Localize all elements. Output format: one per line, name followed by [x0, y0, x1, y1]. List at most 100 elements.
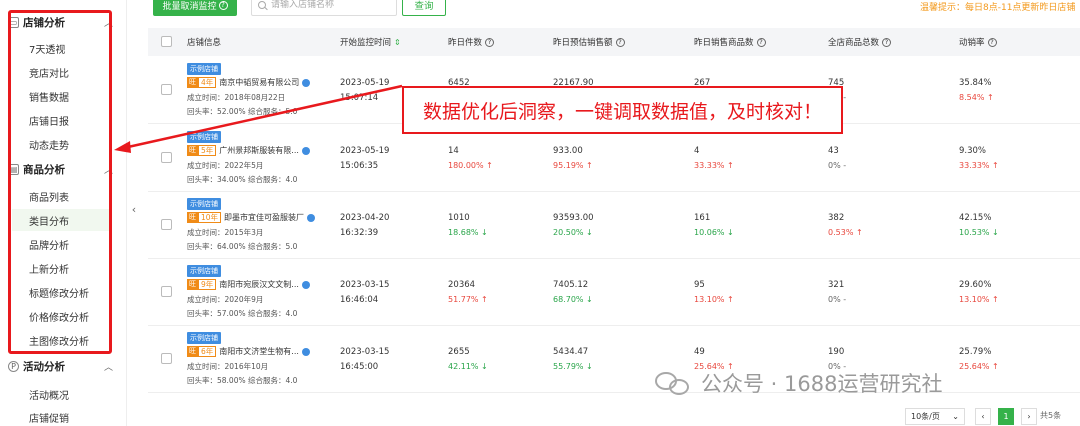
yesterday-sold: 161 [694, 213, 711, 223]
sample-shop-tag: 示例店铺 [187, 265, 221, 277]
product-icon: ▤ [8, 163, 19, 175]
sort-icon[interactable]: ⇕ [394, 38, 401, 47]
header-monitor-time[interactable]: 开始监控时间 ⇕ [340, 28, 401, 56]
prev-page-button[interactable]: ‹ [975, 408, 991, 425]
shop-name[interactable]: 南阳市宛辰汉文文制... [219, 279, 299, 290]
row-checkbox[interactable] [161, 219, 172, 230]
shop-name-line[interactable]: 旺 6年 南阳市文济堂生物有... [187, 345, 310, 358]
table-header: 店铺信息 开始监控时间 ⇕ 昨日件数? 昨日预估销售额? 昨日销售商品数? 全店商… [148, 28, 1080, 56]
sidebar-item-promotion[interactable]: 店铺促销 [12, 406, 112, 426]
total-products: 43 [828, 146, 839, 156]
total-products: 382 [828, 213, 845, 223]
sample-shop-tag: 示例店铺 [187, 332, 221, 344]
header-yesterday-sales: 昨日预估销售额? [553, 28, 625, 56]
sidebar-item-product-list[interactable]: 商品列表 [12, 185, 112, 207]
yesterday-qty: 14 [448, 146, 459, 156]
sidebar-item-brand[interactable]: 品牌分析 [12, 233, 112, 255]
shop-name[interactable]: 即墨市宜佳可盈服装厂 [224, 212, 304, 223]
sales-change: 20.50% ↓ [553, 228, 593, 237]
sample-shop-tag: 示例店铺 [187, 63, 221, 75]
header-sell-through: 动销率? [959, 28, 997, 56]
table-row[interactable]: 示例店铺旺 5年 广州景邦斯服装有限... 成立时间：2022年5月 回头率：34.00… [148, 125, 1080, 192]
search-box[interactable] [251, 0, 397, 16]
sidebar-item-title-edit[interactable]: 标题修改分析 [12, 281, 112, 303]
help-icon: ? [485, 37, 495, 47]
yesterday-sales: 93593.00 [553, 213, 594, 223]
sell-through-rate: 9.30% [959, 146, 987, 156]
next-page-button[interactable]: › [1021, 408, 1037, 425]
shop-years: 10年 [198, 212, 222, 223]
search-input[interactable] [271, 0, 391, 10]
row-checkbox[interactable] [161, 84, 172, 95]
table-row[interactable]: 示例店铺旺 9年 南阳市宛辰汉文文制... 成立时间：2020年9月 回头率：57.00… [148, 259, 1080, 326]
shop-metrics: 回头率：52.00% 综合服务：5.0 [187, 107, 298, 116]
yesterday-qty: 2655 [448, 347, 470, 357]
qty-change: 51.77% ↑ [448, 295, 488, 304]
total-change: 0% - [828, 161, 847, 170]
sidebar-group-shop-analysis[interactable]: ▭ 店铺分析 ︿ [8, 12, 113, 32]
shop-name-line[interactable]: 旺 9年 南阳市宛辰汉文文制... [187, 278, 310, 291]
shop-metrics: 回头率：34.00% 综合服务：4.0 [187, 175, 298, 184]
chevron-up-icon: ︿ [104, 362, 114, 373]
table-row[interactable]: 示例店铺旺 10年 即墨市宜佳可盈服装厂 成立时间：2015年3月 回头率：64.00%… [148, 192, 1080, 259]
sold-change: 13.10% ↑ [694, 295, 734, 304]
sell-through-rate: 42.15% [959, 213, 992, 223]
chevron-down-icon: ⌄ [952, 412, 959, 421]
sidebar: ▭ 店铺分析 ︿ 7天透视 竞店对比 销售数据 店铺日报 动态走势 ▤ 商品分析… [0, 0, 127, 426]
shop-badge-icon: 旺 [187, 279, 198, 290]
sidebar-item-7day[interactable]: 7天透视 [12, 37, 112, 59]
shop-name-line[interactable]: 旺 4年 南京中韬贸易有限公司 [187, 76, 311, 89]
batch-cancel-button[interactable]: 批量取消监控 ? [153, 0, 237, 16]
select-all-checkbox[interactable] [161, 36, 172, 47]
shop-name[interactable]: 南阳市文济堂生物有... [219, 346, 299, 357]
sold-change: 10.06% ↓ [694, 228, 734, 237]
help-icon: ? [218, 0, 228, 10]
sell-through-rate: 25.79% [959, 347, 992, 357]
monitor-date: 2023-03-15 [340, 347, 390, 357]
shop-badge-icon: 旺 [187, 145, 198, 156]
header-yesterday-qty: 昨日件数? [448, 28, 495, 56]
row-checkbox[interactable] [161, 286, 172, 297]
row-checkbox[interactable] [161, 152, 172, 163]
row-checkbox[interactable] [161, 353, 172, 364]
yesterday-sales: 7405.12 [553, 280, 589, 290]
shop-founded: 成立时间：2022年5月 [187, 161, 264, 170]
qty-change: 180.00% ↑ [448, 161, 493, 170]
sidebar-item-sales-data[interactable]: 销售数据 [12, 85, 112, 107]
rate-change: 8.54% ↑ [959, 93, 994, 102]
shop-name-line[interactable]: 旺 5年 广州景邦斯服装有限... [187, 144, 310, 157]
page-button-current[interactable]: 1 [998, 408, 1014, 425]
sample-shop-tag: 示例店铺 [187, 198, 221, 210]
annotation-callout: 数据优化后洞察，一键调取数据值，及时核对！ [402, 86, 843, 134]
sidebar-item-compare[interactable]: 竞店对比 [12, 61, 112, 83]
sidebar-group-activity-analysis[interactable]: P 活动分析 ︿ [8, 356, 113, 376]
shop-name[interactable]: 南京中韬贸易有限公司 [219, 77, 299, 88]
yesterday-qty: 20364 [448, 280, 476, 290]
total-products: 321 [828, 280, 845, 290]
verified-icon [302, 78, 311, 87]
total-count: 共5条 [1040, 411, 1062, 420]
rate-change: 33.33% ↑ [959, 161, 999, 170]
help-icon: ? [756, 37, 766, 47]
monitor-date: 2023-05-19 [340, 78, 390, 88]
sales-change: 95.19% ↑ [553, 161, 593, 170]
shop-founded: 成立时间：2018年08月22日 [187, 93, 286, 102]
shop-name[interactable]: 广州景邦斯服装有限... [219, 145, 299, 156]
page-size-select[interactable]: 10条/页 ⌄ [905, 408, 965, 425]
sidebar-item-activity-overview[interactable]: 活动概况 [12, 383, 112, 405]
sidebar-item-new[interactable]: 上新分析 [12, 257, 112, 279]
sidebar-item-category[interactable]: 类目分布 [12, 209, 112, 231]
shop-badge-icon: 旺 [187, 77, 198, 88]
sidebar-item-daily-report[interactable]: 店铺日报 [12, 109, 112, 131]
shop-metrics: 回头率：57.00% 综合服务：4.0 [187, 309, 298, 318]
query-button[interactable]: 查询 [402, 0, 446, 16]
qty-change: 42.11% ↓ [448, 362, 488, 371]
app-root: ▭ 店铺分析 ︿ 7天透视 竞店对比 销售数据 店铺日报 动态走势 ▤ 商品分析… [0, 0, 1080, 426]
collapse-sidebar-icon[interactable]: ‹ [128, 195, 140, 223]
sidebar-item-trend[interactable]: 动态走势 [12, 133, 112, 155]
sidebar-item-price-edit[interactable]: 价格修改分析 [12, 305, 112, 327]
sidebar-item-image-edit[interactable]: 主图修改分析 [12, 329, 112, 351]
shop-name-line[interactable]: 旺 10年 即墨市宜佳可盈服装厂 [187, 211, 316, 224]
yesterday-sold: 4 [694, 146, 700, 156]
sidebar-group-product-analysis[interactable]: ▤ 商品分析 ︿ [8, 159, 113, 179]
